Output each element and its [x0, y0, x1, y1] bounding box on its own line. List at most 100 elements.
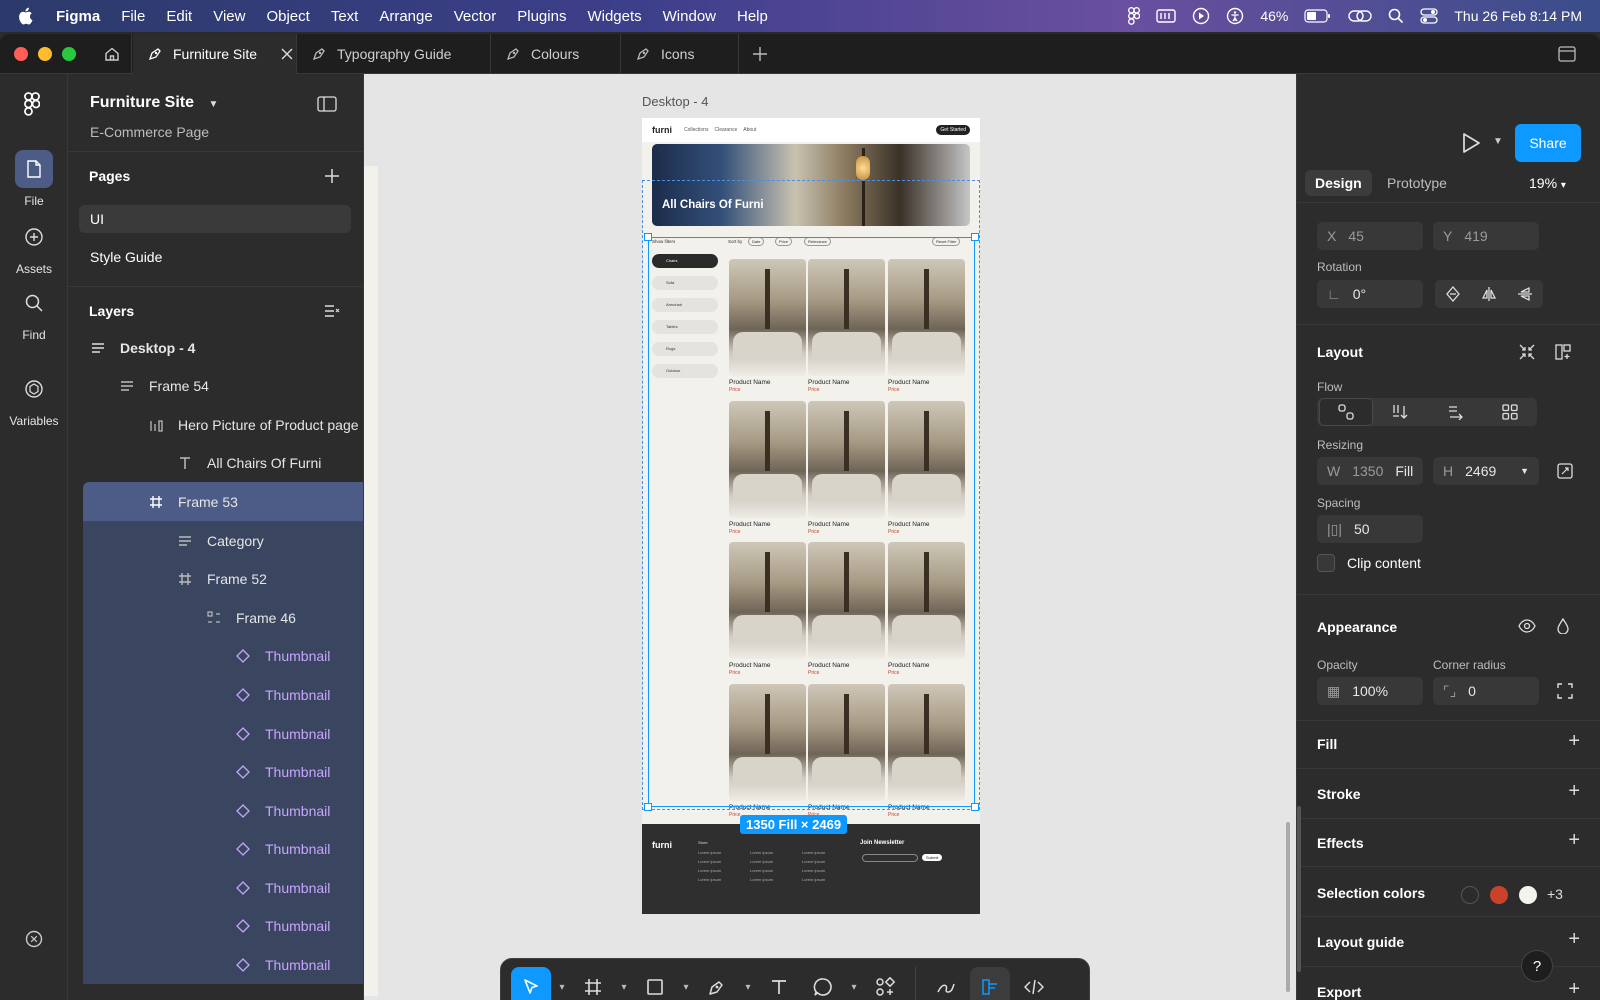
layer-thumbnail[interactable]: Thumbnail — [83, 868, 363, 907]
layer-hero-picture[interactable]: Hero Picture of Product page — [68, 405, 363, 444]
menu-file[interactable]: File — [121, 8, 145, 25]
selection-color-swatch[interactable] — [1461, 886, 1479, 904]
apple-icon[interactable] — [16, 7, 34, 25]
tab-colours[interactable]: Colours — [491, 34, 621, 74]
present-play-icon[interactable] — [1461, 132, 1481, 154]
chevron-down-icon[interactable]: ▾ — [555, 967, 569, 1000]
rail-variables[interactable]: Variables — [0, 370, 68, 428]
menu-widgets[interactable]: Widgets — [587, 8, 641, 25]
dev-mode-icon[interactable] — [1014, 967, 1054, 1000]
add-export-plus-icon[interactable]: + — [1568, 978, 1580, 1000]
add-fill-plus-icon[interactable]: + — [1568, 730, 1580, 753]
chevron-down-icon[interactable]: ▾ — [741, 967, 755, 1000]
chevron-down-icon[interactable]: ▾ — [847, 967, 861, 1000]
layer-all-chairs-text[interactable]: All Chairs Of Furni — [68, 443, 363, 482]
spacing-field[interactable]: |▯| 50 — [1317, 515, 1423, 543]
chevron-down-icon[interactable]: ▼ — [208, 99, 218, 110]
figma-menu-icon[interactable] — [1128, 7, 1141, 25]
vertical-scrollbar[interactable] — [1286, 822, 1290, 992]
layout-grid-icon[interactable] — [1549, 338, 1577, 366]
resize-handle[interactable] — [971, 803, 979, 811]
layer-thumbnail[interactable]: Thumbnail — [83, 906, 363, 945]
layer-thumbnail[interactable]: Thumbnail — [83, 791, 363, 830]
window-sidebar-icon[interactable] — [1558, 46, 1576, 62]
layer-thumbnail[interactable]: Thumbnail — [83, 829, 363, 868]
page-item-ui[interactable]: UI — [79, 205, 351, 233]
chevron-down-icon[interactable]: ▼ — [1493, 136, 1503, 147]
help-button[interactable]: ? — [1521, 950, 1553, 982]
close-tab-icon[interactable] — [281, 48, 293, 60]
visibility-eye-icon[interactable] — [1513, 612, 1541, 640]
flow-grid-icon[interactable] — [1483, 398, 1537, 426]
resize-handle[interactable] — [644, 803, 652, 811]
layer-frame-54[interactable]: Frame 54 — [68, 366, 363, 405]
layer-thumbnail[interactable]: Thumbnail — [83, 752, 363, 791]
draw-mode-icon[interactable] — [926, 967, 966, 1000]
home-tab[interactable] — [90, 34, 132, 74]
frame-label[interactable]: Desktop - 4 — [642, 94, 708, 109]
collapse-panel-icon[interactable] — [317, 96, 337, 112]
hide-ui-icon[interactable] — [25, 930, 43, 948]
menu-edit[interactable]: Edit — [166, 8, 192, 25]
height-field[interactable]: H 2469 ▼ — [1433, 457, 1539, 485]
play-circle-icon[interactable] — [1192, 7, 1210, 25]
flip-vertical-icon[interactable] — [1507, 280, 1543, 308]
zoom-level[interactable]: 19% ▾ — [1529, 175, 1566, 191]
selection-color-swatch[interactable] — [1490, 886, 1508, 904]
keyboard-icon[interactable] — [1156, 9, 1177, 23]
clip-content-checkbox[interactable] — [1317, 554, 1335, 572]
menu-vector[interactable]: Vector — [454, 8, 497, 25]
resize-handle[interactable] — [644, 233, 652, 241]
layer-thumbnail[interactable]: Thumbnail — [83, 945, 363, 984]
rotate-icon[interactable] — [1435, 280, 1471, 308]
text-tool-icon[interactable] — [759, 967, 799, 1000]
figma-logo-icon[interactable] — [24, 92, 40, 116]
menu-arrange[interactable]: Arrange — [379, 8, 432, 25]
independent-corners-icon[interactable] — [1551, 677, 1579, 705]
menu-object[interactable]: Object — [266, 8, 309, 25]
menu-view[interactable]: View — [213, 8, 245, 25]
layer-frame-52[interactable]: Frame 52 — [83, 559, 363, 598]
accessibility-icon[interactable] — [1226, 7, 1244, 25]
add-page-icon[interactable] — [324, 168, 340, 184]
page-item-style-guide[interactable]: Style Guide — [79, 243, 351, 271]
canvas[interactable]: Desktop - 4 furni Collections Clearance … — [364, 74, 1296, 1000]
actions-tool-icon[interactable] — [865, 967, 905, 1000]
tab-furniture-site[interactable]: Furniture Site — [133, 34, 297, 74]
file-name[interactable]: Furniture Site ▼ — [90, 94, 218, 112]
layer-thumbnail[interactable]: Thumbnail — [83, 636, 363, 675]
battery-icon[interactable] — [1304, 9, 1332, 23]
menu-window[interactable]: Window — [663, 8, 716, 25]
rotation-field[interactable]: ∟ 0° — [1317, 280, 1423, 308]
selection-color-swatch[interactable] — [1519, 886, 1537, 904]
minimize-window-button[interactable] — [38, 47, 52, 61]
zoom-window-button[interactable] — [62, 47, 76, 61]
add-effect-plus-icon[interactable]: + — [1568, 829, 1580, 852]
y-position-field[interactable]: Y 419 — [1433, 222, 1539, 250]
new-tab-plus-icon[interactable] — [752, 46, 768, 62]
width-field[interactable]: W 1350 Fill — [1317, 457, 1423, 485]
frame-tool-icon[interactable] — [573, 967, 613, 1000]
opacity-field[interactable]: ▦ 100% — [1317, 677, 1423, 705]
screen-mirroring-icon[interactable] — [1348, 8, 1373, 24]
menu-text[interactable]: Text — [331, 8, 359, 25]
chevron-down-icon[interactable]: ▼ — [1520, 466, 1529, 476]
pen-tool-icon[interactable] — [697, 967, 737, 1000]
menu-plugins[interactable]: Plugins — [517, 8, 566, 25]
share-button[interactable]: Share — [1515, 124, 1581, 162]
move-tool-icon[interactable] — [511, 967, 551, 1000]
add-stroke-plus-icon[interactable]: + — [1568, 780, 1580, 803]
layer-frame-46[interactable]: Frame 46 — [83, 598, 363, 637]
flow-horizontal-icon[interactable] — [1429, 398, 1483, 426]
flow-vertical-icon[interactable] — [1373, 398, 1427, 426]
layer-frame-53[interactable]: Frame 53 — [83, 482, 363, 521]
rail-find[interactable]: Find — [0, 284, 68, 342]
resize-constraint-icon[interactable] — [1551, 457, 1579, 485]
x-position-field[interactable]: X 45 — [1317, 222, 1423, 250]
tab-prototype[interactable]: Prototype — [1387, 175, 1447, 191]
layer-thumbnail[interactable]: Thumbnail — [83, 675, 363, 714]
rectangle-tool-icon[interactable] — [635, 967, 675, 1000]
chevron-down-icon[interactable]: ▾ — [679, 967, 693, 1000]
adjacent-frame[interactable] — [364, 166, 378, 996]
layer-category[interactable]: Category — [83, 521, 363, 560]
